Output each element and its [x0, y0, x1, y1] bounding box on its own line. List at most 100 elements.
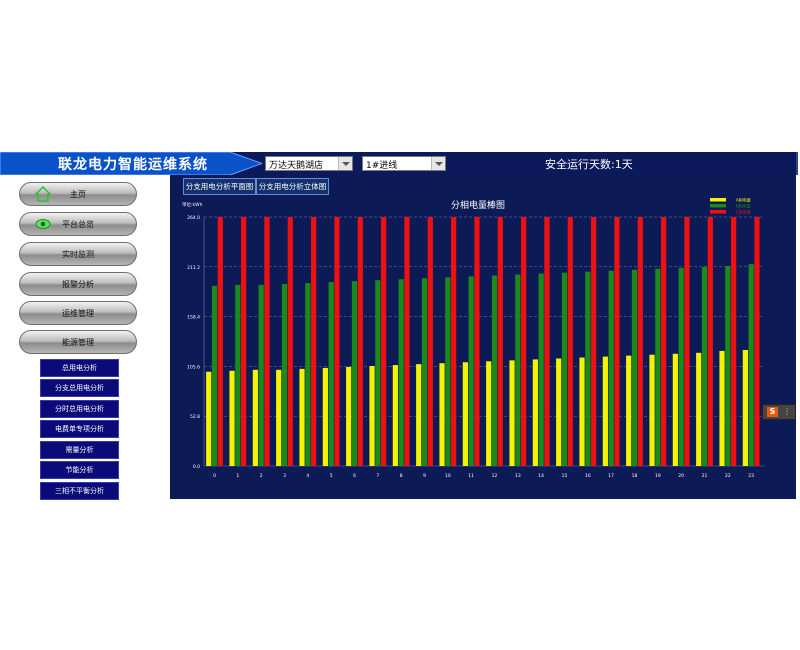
bar-c-phase [311, 217, 317, 466]
bar-c-phase [637, 217, 643, 466]
bar-c-phase [217, 217, 223, 466]
bar-b-phase [725, 266, 731, 466]
x-tick-label: 10 [445, 473, 451, 479]
x-tick-label: 14 [538, 473, 544, 479]
bar-a-phase [649, 354, 655, 466]
chart-unit-label: 单位:kWh [182, 201, 203, 208]
chart-title: 分相电量棒图 [451, 199, 505, 211]
sidebar-item-realtime[interactable]: 实时监测 [19, 242, 137, 266]
x-tick-label: 12 [492, 473, 498, 479]
sidebar-item-label: 主页 [70, 190, 86, 199]
y-tick-label: 158.4 [187, 315, 200, 321]
bar-c-phase [287, 217, 293, 466]
bar-b-phase [655, 268, 661, 466]
bar-a-phase [206, 371, 212, 466]
bar-a-phase [626, 355, 632, 466]
x-tick-label: 2 [260, 473, 263, 479]
bar-a-phase [719, 350, 725, 466]
subitem-total-usage[interactable]: 总用电分析 [40, 359, 119, 377]
x-tick-label: 8 [400, 473, 403, 479]
tab-3d-view[interactable]: 分支用电分析立体图 [256, 178, 329, 195]
subitem-timeshare-usage[interactable]: 分时总用电分析 [40, 400, 119, 418]
x-tick-label: 20 [678, 473, 684, 479]
bar-a-phase [322, 367, 328, 466]
chevron-down-icon[interactable] [431, 157, 445, 170]
x-tick-label: 11 [468, 473, 474, 479]
bar-b-phase [351, 281, 358, 466]
x-tick-label: 15 [562, 473, 568, 479]
sidebar-item-overview[interactable]: 平台总览 [19, 212, 137, 236]
x-tick-label: 1 [236, 473, 239, 479]
chevron-down-icon[interactable] [338, 157, 352, 170]
bar-a-phase [532, 359, 538, 466]
more-icon[interactable]: ⋮ [782, 407, 792, 417]
x-tick-label: 19 [655, 473, 661, 479]
subitem-branch-usage[interactable]: 分支总用电分析 [40, 379, 119, 397]
bar-b-phase [375, 280, 381, 466]
x-tick-label: 7 [376, 473, 379, 479]
x-tick-label: 0 [213, 473, 216, 479]
bar-b-phase [445, 277, 451, 466]
bar-b-phase [491, 275, 498, 466]
bar-c-phase [754, 217, 760, 466]
bar-b-phase [421, 278, 428, 466]
bar-c-phase [451, 217, 457, 466]
legend-swatch [710, 198, 726, 202]
bar-c-phase [661, 217, 667, 466]
bar-b-phase [235, 284, 241, 466]
bar-a-phase [672, 353, 678, 466]
y-tick-label: 211.2 [187, 265, 200, 271]
bar-b-phase [468, 276, 474, 466]
sidebar-item-energy[interactable]: 能源管理 [19, 330, 137, 354]
bar-c-phase [497, 217, 503, 466]
y-tick-label: 52.8 [190, 414, 200, 420]
bar-c-phase [381, 217, 387, 466]
x-tick-label: 6 [353, 473, 356, 479]
sidebar-item-label: 实时监测 [62, 250, 94, 259]
subitem-three-phase[interactable]: 三相不平衡分析 [40, 482, 119, 500]
x-tick-label: 23 [748, 473, 754, 479]
y-tick-label: 0.0 [193, 464, 200, 470]
bar-b-phase [701, 266, 708, 466]
sidebar-item-home[interactable]: 主页 [19, 182, 137, 206]
sidebar-item-alarm[interactable]: 报警分析 [19, 272, 137, 296]
subitem-energy-saving[interactable]: 节能分析 [40, 461, 119, 479]
bar-c-phase [334, 217, 340, 466]
sidebar-item-label: 能源管理 [62, 338, 94, 347]
legend-swatch [710, 204, 726, 208]
subitem-bill-analysis[interactable]: 电费单专项分析 [40, 420, 119, 438]
x-tick-label: 3 [283, 473, 286, 479]
bar-b-phase [281, 283, 288, 466]
bar-c-phase [427, 217, 433, 466]
bar-a-phase [299, 368, 305, 466]
bar-a-phase [416, 364, 422, 466]
bar-b-phase [585, 271, 591, 466]
bar-c-phase [241, 217, 247, 466]
bar-c-phase [521, 217, 527, 466]
sidebar-item-maintenance[interactable]: 运维管理 [19, 301, 137, 325]
bar-b-phase [211, 285, 218, 466]
bar-a-phase [462, 362, 468, 466]
store-select-value: 万达天鹅湖店 [269, 161, 324, 171]
bar-a-phase [556, 358, 562, 466]
bar-a-phase [392, 365, 398, 466]
bar-a-phase [742, 349, 748, 466]
line-select[interactable]: 1#进线 [362, 156, 446, 171]
bar-c-phase [474, 217, 480, 466]
sidebar-item-label: 报警分析 [62, 280, 94, 289]
bar-a-phase [252, 369, 258, 466]
bar-a-phase [486, 361, 492, 466]
app-title: 联龙电力智能运维系统 [58, 157, 208, 173]
x-tick-label: 21 [702, 473, 708, 479]
x-tick-label: 5 [330, 473, 333, 479]
store-select[interactable]: 万达天鹅湖店 [265, 156, 353, 171]
bar-a-phase [579, 357, 585, 466]
x-tick-label: 13 [515, 473, 521, 479]
tab-plan-view[interactable]: 分支用电分析平面图 [183, 178, 256, 195]
s-logo-icon: S [767, 407, 778, 417]
chart-legend: A相电量B相电量C相电量 [710, 197, 751, 215]
bar-c-phase [731, 217, 737, 466]
legend-label: A相电量 [736, 197, 751, 203]
floating-toolbar[interactable]: S ⋮ [762, 404, 796, 420]
subitem-demand[interactable]: 需量分析 [40, 441, 119, 459]
